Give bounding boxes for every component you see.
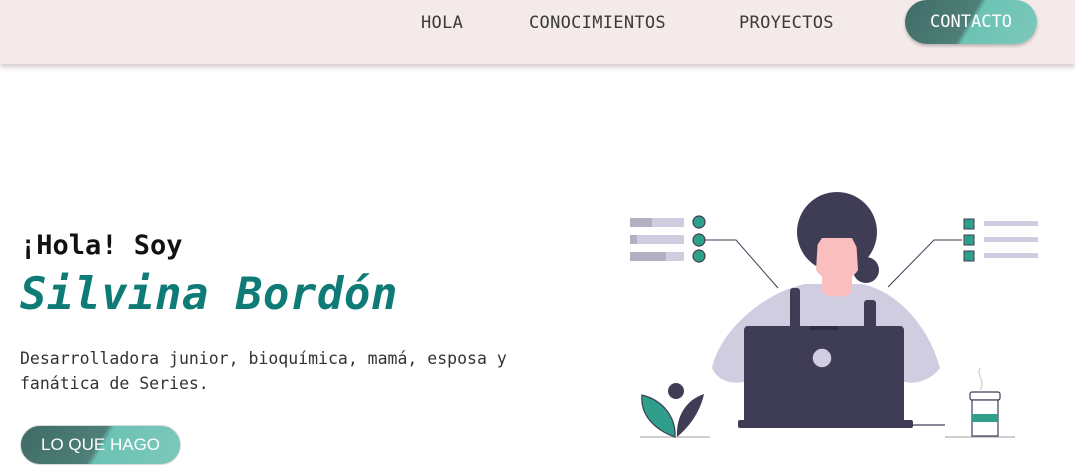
- nav-link-conocimientos[interactable]: CONOCIMIENTOS: [529, 13, 666, 33]
- hero-greeting: ¡Hola! Soy: [20, 230, 183, 261]
- contact-button[interactable]: CONTACTO: [905, 0, 1037, 44]
- right-checklist-icon: [887, 218, 1038, 288]
- nav-link-proyectos[interactable]: PROYECTOS: [739, 13, 834, 33]
- lo-que-hago-button[interactable]: LO QUE HAGO: [20, 425, 181, 465]
- left-checklist-icon: [630, 215, 779, 289]
- woman-working-on-laptop-illustration: [630, 192, 1038, 438]
- coffee-cup-icon: [969, 367, 1001, 437]
- laptop-icon: [738, 326, 913, 428]
- navbar: HOLA CONOCIMIENTOS PROYECTOS CONTACTO: [0, 0, 1075, 64]
- contact-button-label: CONTACTO: [930, 12, 1012, 32]
- hero-name: Silvina Bordón: [20, 269, 398, 320]
- hero-description: Desarrolladora junior, bioquímica, mamá,…: [20, 349, 507, 393]
- nav-link-hola[interactable]: HOLA: [421, 13, 463, 33]
- plant-icon: [641, 383, 704, 438]
- lo-que-hago-button-label: LO QUE HAGO: [40, 435, 161, 454]
